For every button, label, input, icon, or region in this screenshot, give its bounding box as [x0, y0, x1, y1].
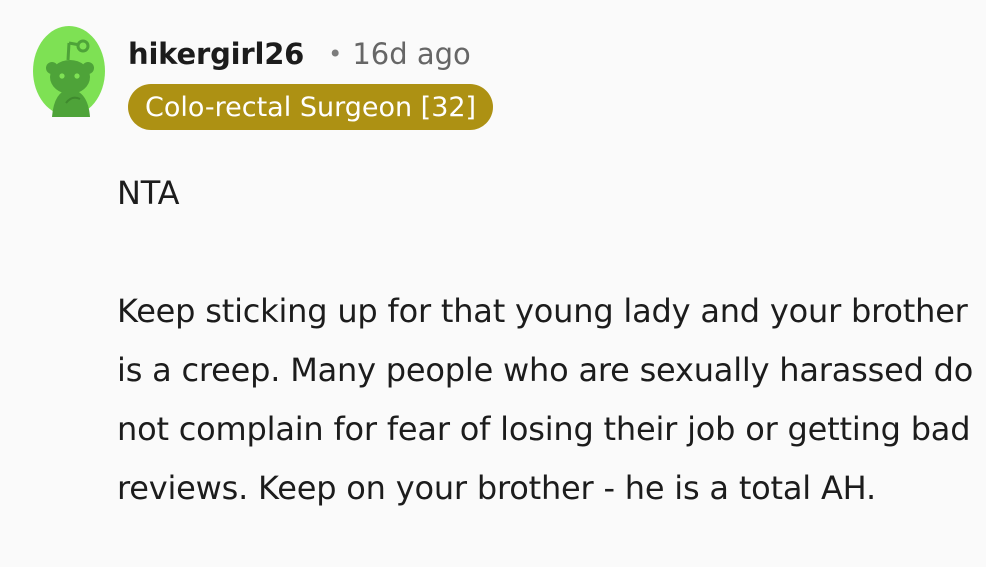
separator-dot: •: [328, 40, 343, 68]
comment-paragraph: NTA: [117, 174, 180, 212]
comment-paragraph: Keep sticking up for that young lady and…: [117, 292, 974, 507]
timestamp[interactable]: 16d ago: [352, 37, 470, 71]
user-flair-badge: Colo-rectal Surgeon [32]: [128, 84, 494, 130]
username-link[interactable]: hikergirl26: [128, 37, 304, 71]
comment-meta: hikergirl26 • 16d ago: [128, 34, 471, 74]
snoo-avatar-icon: [33, 26, 105, 117]
comment: hikergirl26 • 16d ago Colo-rectal Surgeo…: [0, 0, 986, 567]
comment-body: NTA Keep sticking up for that young lady…: [117, 164, 977, 518]
avatar[interactable]: [32, 25, 106, 117]
